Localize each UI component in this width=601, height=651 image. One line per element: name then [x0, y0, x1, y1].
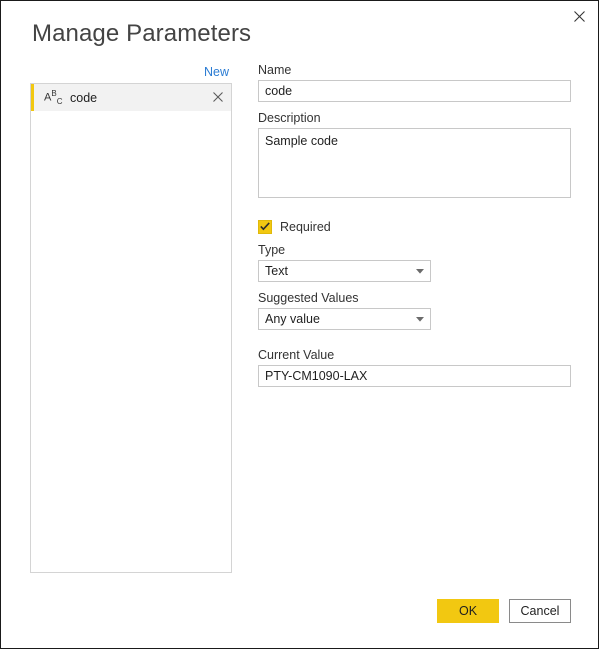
type-select-value: Text: [265, 264, 288, 278]
suggested-values-select-value: Any value: [265, 312, 320, 326]
suggested-values-label: Suggested Values: [258, 291, 359, 305]
check-icon: [260, 218, 270, 236]
chevron-down-icon: [410, 268, 430, 274]
name-label: Name: [258, 63, 292, 77]
required-checkbox-row[interactable]: Required: [258, 220, 571, 234]
current-value-input[interactable]: [258, 365, 571, 387]
selection-accent-bar: [31, 84, 34, 111]
close-button[interactable]: [560, 1, 598, 31]
list-item[interactable]: ABC code: [31, 84, 231, 111]
close-icon: [213, 89, 223, 107]
parameter-list[interactable]: ABC code: [30, 83, 232, 573]
description-label: Description: [258, 111, 321, 125]
cancel-button[interactable]: Cancel: [509, 599, 571, 623]
name-input[interactable]: [258, 80, 571, 102]
chevron-down-icon: [410, 316, 430, 322]
remove-parameter-button[interactable]: [205, 84, 231, 111]
description-input[interactable]: Sample code: [258, 128, 571, 198]
page-title: Manage Parameters: [32, 20, 252, 47]
parameter-name-label: code: [70, 90, 98, 105]
required-label: Required: [280, 220, 331, 234]
type-label: Type: [258, 243, 286, 257]
parameter-details-form: Name Description Sample code Required Ty…: [258, 63, 571, 387]
ok-button[interactable]: OK: [437, 599, 499, 623]
text-type-icon: ABC: [44, 88, 63, 106]
manage-parameters-dialog: Manage Parameters New ABC code Name Desc…: [0, 0, 599, 649]
current-value-label: Current Value: [258, 348, 335, 362]
required-checkbox[interactable]: [258, 220, 272, 234]
new-parameter-link[interactable]: New: [204, 65, 229, 79]
suggested-values-select[interactable]: Any value: [258, 308, 431, 330]
type-select[interactable]: Text: [258, 260, 431, 282]
close-icon: [573, 10, 585, 22]
